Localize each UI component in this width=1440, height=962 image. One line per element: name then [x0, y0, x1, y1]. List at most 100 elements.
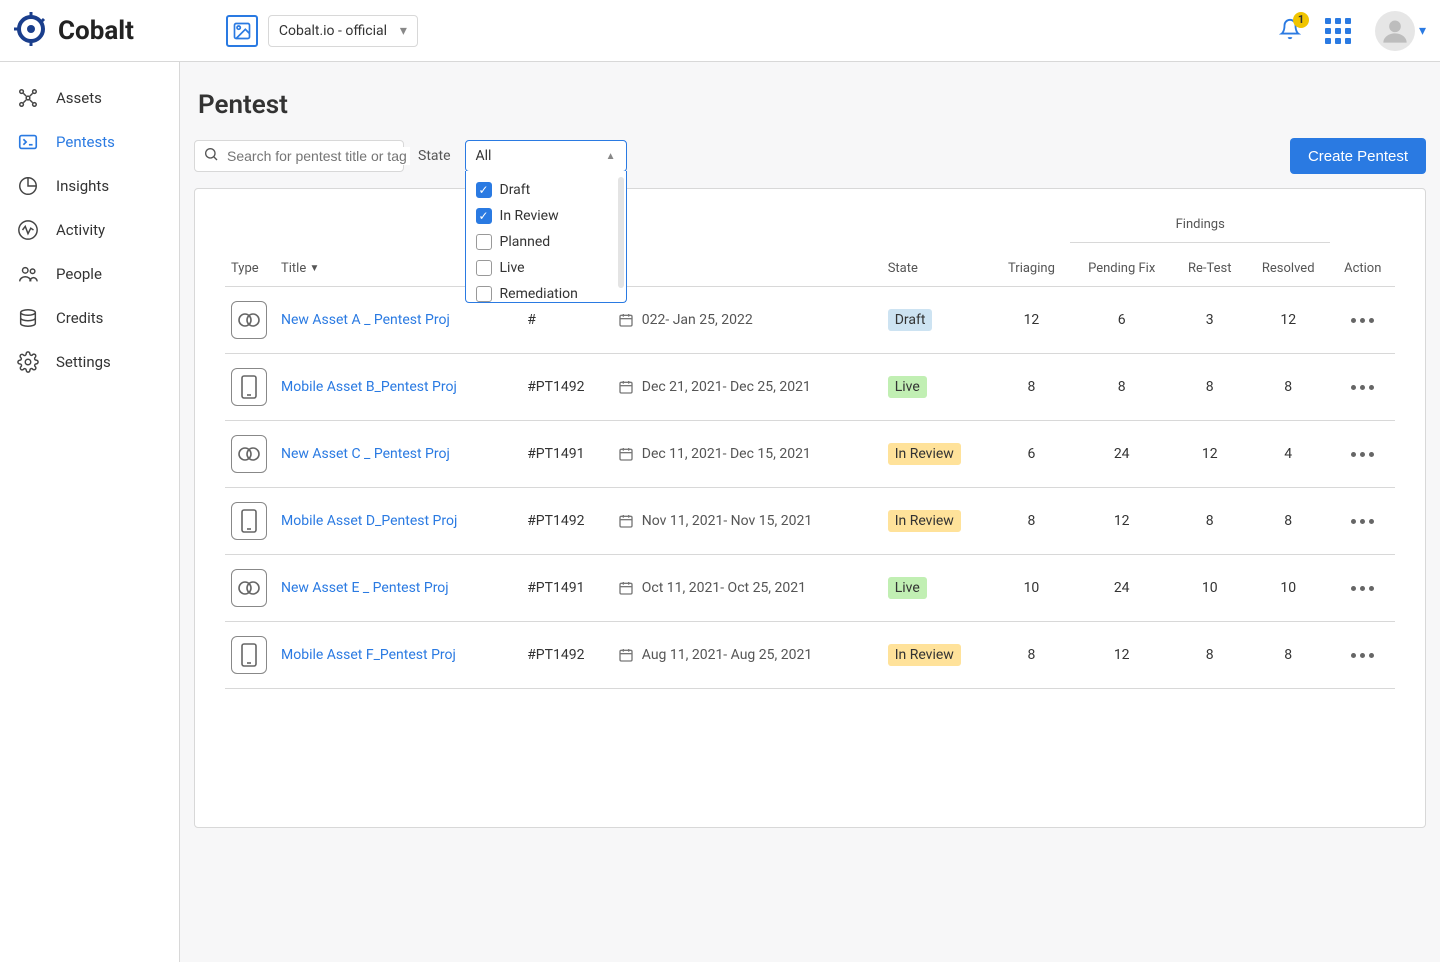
checkbox-icon: [476, 208, 492, 224]
org-picker: Cobalt.io - official ▾: [226, 15, 418, 47]
state-option-live[interactable]: Live: [466, 255, 626, 281]
pentest-icon: [16, 130, 40, 154]
checkbox-icon: [476, 234, 492, 250]
col-action: Action: [1330, 199, 1395, 287]
sidebar-item-label: Insights: [56, 177, 109, 195]
resolved-count: 8: [1246, 354, 1331, 421]
sidebar-item-settings[interactable]: Settings: [0, 340, 179, 384]
state-badge: Draft: [888, 309, 933, 331]
sidebar-item-insights[interactable]: Insights: [0, 164, 179, 208]
row-actions-button[interactable]: [1336, 452, 1389, 457]
state-option-remediation[interactable]: Remediation: [466, 281, 626, 303]
col-dates: [612, 199, 882, 287]
pending-fix-count: 8: [1070, 354, 1174, 421]
state-badge: In Review: [888, 510, 961, 532]
nodes-icon: [16, 86, 40, 110]
sidebar-item-activity[interactable]: Activity: [0, 208, 179, 252]
state-option-planned[interactable]: Planned: [466, 229, 626, 255]
col-state: State: [882, 199, 993, 287]
pentest-date-range: Nov 11, 2021- Nov 15, 2021: [618, 513, 876, 529]
brand-name: Cobalt: [58, 16, 134, 46]
pentest-title-link[interactable]: New Asset A _ Pentest Proj: [281, 312, 450, 328]
state-option-draft[interactable]: Draft: [466, 177, 626, 203]
state-badge: Live: [888, 577, 927, 599]
pentest-title-link[interactable]: Mobile Asset B_Pentest Proj: [281, 379, 457, 395]
col-resolved: Resolved: [1246, 243, 1331, 287]
triaging-count: 8: [993, 488, 1070, 555]
coins-icon: [16, 306, 40, 330]
sidebar-item-label: Assets: [56, 89, 102, 107]
sidebar-item-label: Credits: [56, 309, 103, 327]
sidebar-item-assets[interactable]: Assets: [0, 76, 179, 120]
row-actions-button[interactable]: [1336, 653, 1389, 658]
pentest-date-range: Aug 11, 2021- Aug 25, 2021: [618, 647, 876, 663]
avatar-icon: [1375, 11, 1415, 51]
apps-grid-icon[interactable]: [1325, 18, 1351, 44]
row-actions-button[interactable]: [1336, 385, 1389, 390]
retest-count: 8: [1173, 488, 1246, 555]
table-row: New Asset A _ Pentest Proj # 022- Jan 25…: [225, 287, 1395, 354]
brand-logo-icon: [14, 12, 48, 50]
gear-icon: [16, 350, 40, 374]
pentest-title-link[interactable]: New Asset E _ Pentest Proj: [281, 580, 449, 596]
checkbox-icon: [476, 286, 492, 302]
resolved-count: 12: [1246, 287, 1331, 354]
resolved-count: 8: [1246, 488, 1331, 555]
pentest-title-link[interactable]: Mobile Asset F_Pentest Proj: [281, 647, 456, 663]
state-filter-label: State: [418, 148, 451, 164]
mobile-icon: [231, 368, 267, 406]
option-label: In Review: [500, 208, 559, 224]
row-actions-button[interactable]: [1336, 519, 1389, 524]
state-select[interactable]: All ▲: [465, 140, 627, 172]
search-icon: [203, 146, 219, 166]
checkbox-icon: [476, 260, 492, 276]
mobile-icon: [231, 502, 267, 540]
resolved-count: 8: [1246, 622, 1331, 689]
people-icon: [16, 262, 40, 286]
topbar: Cobalt Cobalt.io - official ▾ 1 ▾: [0, 0, 1440, 62]
triaging-count: 12: [993, 287, 1070, 354]
sidebar: Assets Pentests Insights Activity People: [0, 62, 180, 962]
pentest-id: #PT1491: [521, 555, 612, 622]
row-actions-button[interactable]: [1336, 318, 1389, 323]
row-actions-button[interactable]: [1336, 586, 1389, 591]
pentest-title-link[interactable]: New Asset C _ Pentest Proj: [281, 446, 450, 462]
sidebar-item-people[interactable]: People: [0, 252, 179, 296]
state-option-in-review[interactable]: In Review: [466, 203, 626, 229]
triaging-count: 6: [993, 421, 1070, 488]
search-field[interactable]: [225, 147, 410, 165]
col-pending-fix: Pending Fix: [1070, 243, 1174, 287]
notifications-button[interactable]: 1: [1279, 18, 1301, 44]
pentest-date-range: Dec 21, 2021- Dec 25, 2021: [618, 379, 876, 395]
sidebar-item-pentests[interactable]: Pentests: [0, 120, 179, 164]
search-input[interactable]: [194, 140, 404, 172]
triaging-count: 8: [993, 622, 1070, 689]
retest-count: 10: [1173, 555, 1246, 622]
main: Pentest State All ▲ Draft: [180, 62, 1440, 962]
sidebar-item-label: Settings: [56, 353, 111, 371]
activity-icon: [16, 218, 40, 242]
table-row: Mobile Asset F_Pentest Proj #PT1492 Aug …: [225, 622, 1395, 689]
retest-count: 3: [1173, 287, 1246, 354]
org-select-value: Cobalt.io - official: [279, 23, 387, 39]
pentest-table-card: Type Title ▼ ID State Triaging Findings …: [194, 188, 1426, 828]
org-select[interactable]: Cobalt.io - official ▾: [268, 15, 418, 47]
option-label: Planned: [500, 234, 551, 250]
triaging-count: 10: [993, 555, 1070, 622]
chevron-down-icon: ▾: [1419, 23, 1426, 39]
pentest-title-link[interactable]: Mobile Asset D_Pentest Proj: [281, 513, 457, 529]
user-menu[interactable]: ▾: [1375, 11, 1426, 51]
pending-fix-count: 6: [1070, 287, 1174, 354]
table-row: Mobile Asset D_Pentest Proj #PT1492 Nov …: [225, 488, 1395, 555]
state-badge: In Review: [888, 644, 961, 666]
image-icon: [226, 15, 258, 47]
sidebar-item-credits[interactable]: Credits: [0, 296, 179, 340]
col-findings-group: Findings: [1070, 199, 1331, 243]
checkbox-icon: [476, 182, 492, 198]
pentest-date-range: Oct 11, 2021- Oct 25, 2021: [618, 580, 876, 596]
col-retest: Re-Test: [1173, 243, 1246, 287]
web-icon: [231, 435, 267, 473]
pentest-id: #PT1491: [521, 421, 612, 488]
create-pentest-button[interactable]: Create Pentest: [1290, 138, 1426, 174]
col-type: Type: [225, 199, 275, 287]
